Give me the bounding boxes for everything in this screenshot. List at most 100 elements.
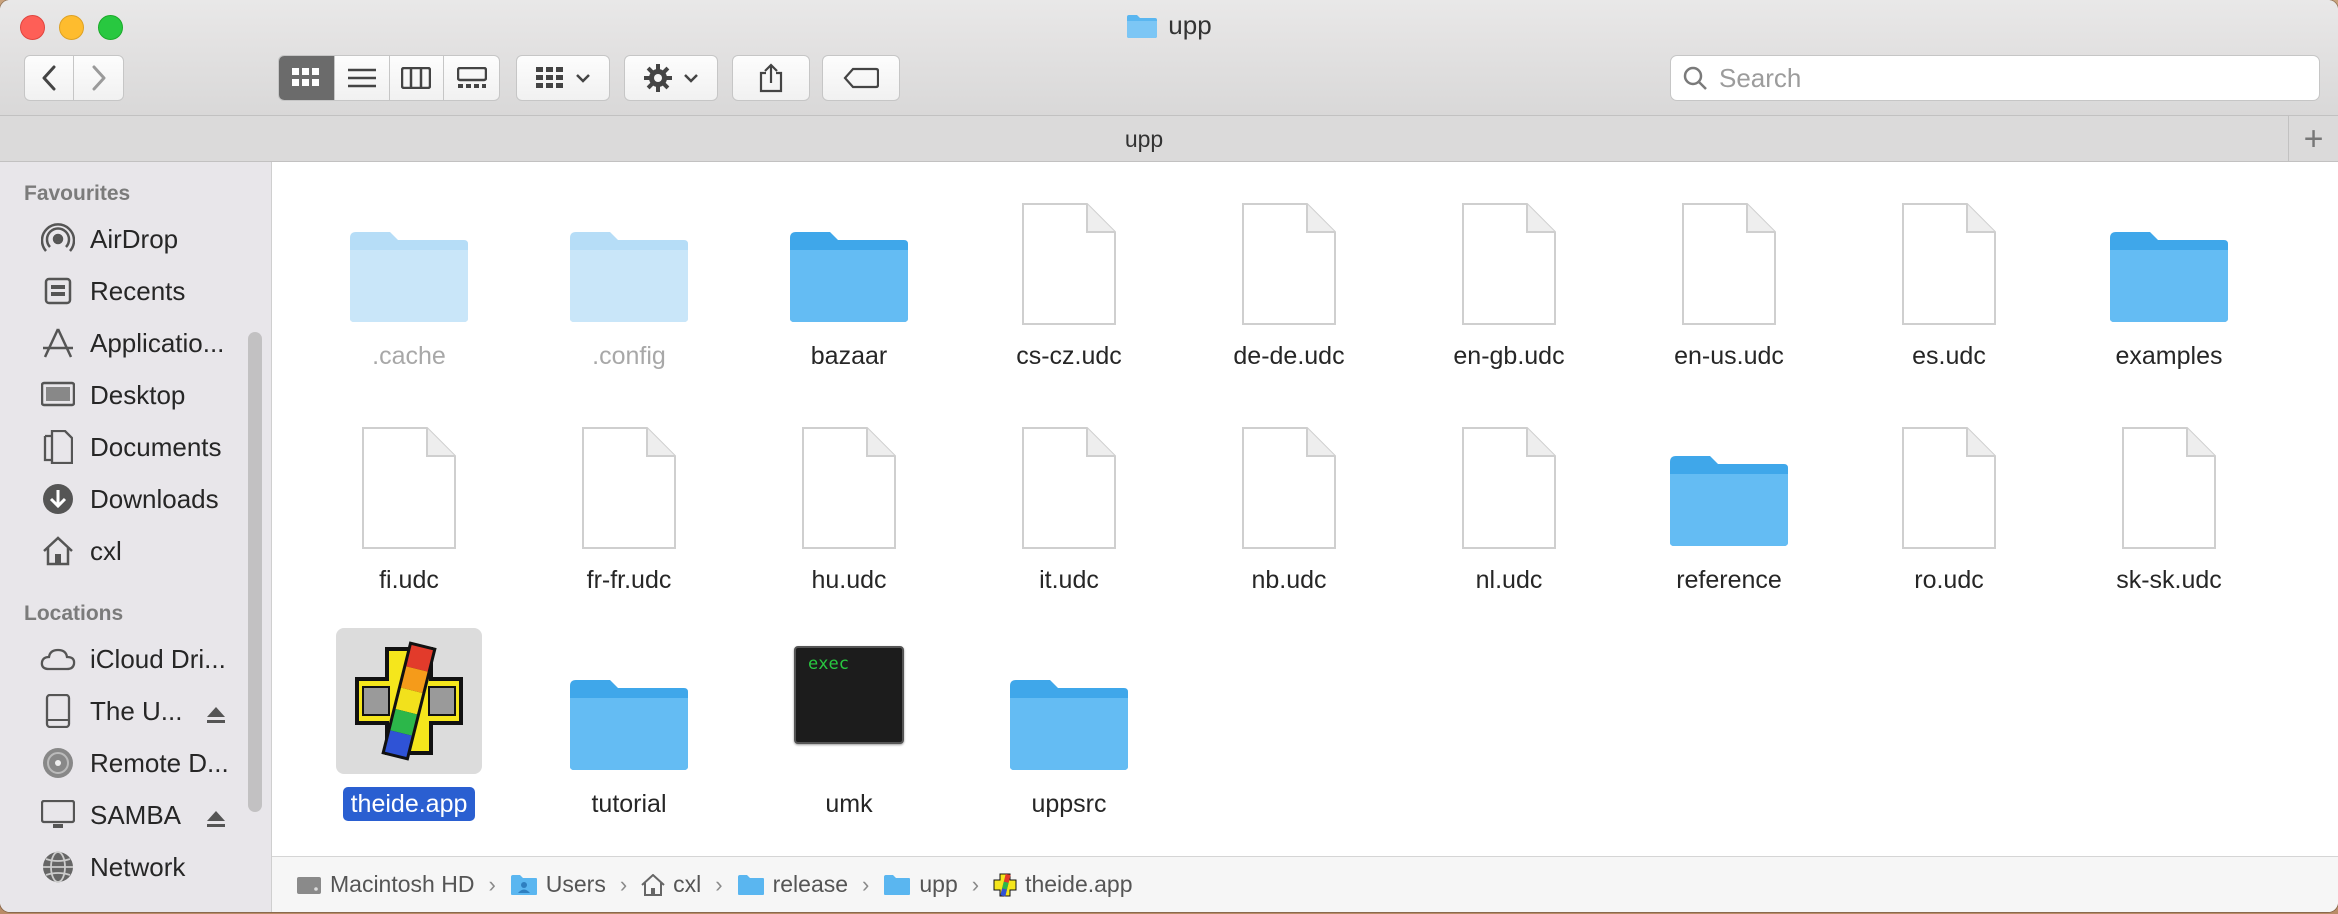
tab-upp[interactable]: upp [0,126,2288,153]
sidebar-item-remote-disc[interactable]: Remote D... [40,740,240,786]
icon-view-button[interactable] [279,56,335,100]
column-view-button[interactable] [390,56,445,100]
file-item-cache[interactable]: .cache [286,180,486,400]
file-item-config[interactable]: .config [506,180,706,400]
file-item-tutorial[interactable]: tutorial [506,628,706,848]
file-item-bazaar[interactable]: bazaar [726,180,926,400]
file-item-fr-fr-udc[interactable]: fr-fr.udc [506,404,706,624]
file-item-sk-sk-udc[interactable]: sk-sk.udc [2046,404,2246,624]
file-name: reference [1676,566,1782,594]
sidebar-scrollbar[interactable] [248,332,262,812]
sidebar-item-usb-drive[interactable]: The U... [40,688,240,734]
path-item-upp[interactable]: upp [883,871,958,898]
file-name: es.udc [1912,342,1986,370]
file-item-it-udc[interactable]: it.udc [946,404,1146,624]
sidebar-item-label: SAMBA [90,799,182,830]
sidebar-item-home[interactable]: cxl [40,528,240,574]
sidebar-item-documents[interactable]: Documents [40,424,240,470]
eject-icon[interactable] [206,700,226,731]
file-item-hu-udc[interactable]: hu.udc [726,404,926,624]
sidebar-item-applications[interactable]: Applicatio... [40,320,240,366]
tag-button[interactable] [822,55,900,101]
columns-icon [401,67,432,89]
file-item-umk[interactable]: exec umk [726,628,926,848]
sidebar-item-desktop[interactable]: Desktop [40,372,240,418]
document-icon [776,404,922,550]
eject-icon[interactable] [206,804,226,835]
sidebar-item-airdrop[interactable]: AirDrop [40,216,240,262]
file-name: en-gb.udc [1453,342,1565,370]
path-item-cxl[interactable]: cxl [641,871,701,898]
search-icon [1683,66,1707,90]
sidebar-item-samba[interactable]: SAMBA [40,792,240,838]
path-item-macintosh-hd[interactable]: Macintosh HD [296,871,474,898]
file-item-de-de-udc[interactable]: de-de.udc [1166,180,1366,400]
path-item-users[interactable]: Users [510,871,606,898]
path-item-release[interactable]: release [737,871,848,898]
file-name: uppsrc [1031,790,1107,818]
network-icon [40,849,76,885]
sidebar-item-label: AirDrop [90,223,179,254]
file-item-en-us-udc[interactable]: en-us.udc [1606,180,1806,400]
add-tab-button[interactable]: + [2288,116,2338,162]
sidebar-item-label: iCloud Dri... [90,643,226,674]
file-item-examples[interactable]: examples [2046,180,2246,400]
sidebar-heading-locations: Locations [24,602,124,625]
file-item-cs-cz-udc[interactable]: cs-cz.udc [946,180,1146,400]
forward-button[interactable] [74,56,123,100]
file-item-en-gb-udc[interactable]: en-gb.udc [1386,180,1586,400]
file-name: .config [592,342,666,370]
action-menu-button[interactable] [624,55,718,101]
file-item-uppsrc[interactable]: uppsrc [946,628,1146,848]
exec-label: exec [808,654,849,674]
file-item-es-udc[interactable]: es.udc [1826,180,2026,400]
gallery-icon [456,67,487,88]
path-item-theide-app[interactable]: theide.app [993,871,1133,898]
document-icon [336,404,482,550]
path-label: theide.app [1025,871,1133,897]
documents-icon [40,429,76,465]
search-input[interactable] [1719,62,2279,94]
file-name: examples [2115,342,2223,370]
file-grid: .cache .config bazaar cs-cz.udc de-de.ud… [272,162,2338,856]
chevron-left-icon [42,65,56,91]
file-item-nb-udc[interactable]: nb.udc [1166,404,1366,624]
gallery-view-button[interactable] [444,56,499,100]
group-by-button[interactable] [516,55,610,101]
sidebar-heading-favourites: Favourites [24,182,131,205]
file-name: bazaar [810,342,888,370]
file-item-reference[interactable]: reference [1606,404,1806,624]
sidebar-item-label: Downloads [90,483,219,514]
path-label: Users [545,871,606,897]
list-view-button[interactable] [335,56,390,100]
file-name: it.udc [1039,566,1099,594]
file-item-nl-udc[interactable]: nl.udc [1386,404,1586,624]
file-name: tutorial [591,790,667,818]
navigation-buttons [24,55,124,101]
sidebar-item-icloud[interactable]: iCloud Dri... [40,636,240,682]
search-field[interactable] [1670,55,2320,101]
back-button[interactable] [25,56,75,100]
file-item-ro-udc[interactable]: ro.udc [1826,404,2026,624]
applications-icon [40,325,76,361]
window-title-text: upp [1168,10,1212,40]
chevron-right-icon [92,65,105,91]
sidebar-item-downloads[interactable]: Downloads [40,476,240,522]
path-label: release [772,871,849,897]
path-bar: Macintosh HD › Users › cxl › release › u… [272,856,2338,912]
folder-icon [336,180,482,326]
share-button[interactable] [732,55,810,101]
file-name: fr-fr.udc [586,566,672,594]
chevron-right-icon: › [971,871,980,897]
file-item-theide-app[interactable]: theide.app [286,628,486,848]
document-icon [1436,180,1582,326]
sidebar-item-network[interactable]: Network [40,844,240,890]
sidebar-item-recents[interactable]: Recents [40,268,240,314]
file-item-fi-udc[interactable]: fi.udc [286,404,486,624]
list-icon [347,68,376,88]
folder-icon [2096,180,2242,326]
document-icon [1876,180,2022,326]
folder-icon [1127,14,1158,38]
gear-icon [644,64,672,92]
harddisk-icon [297,876,321,894]
